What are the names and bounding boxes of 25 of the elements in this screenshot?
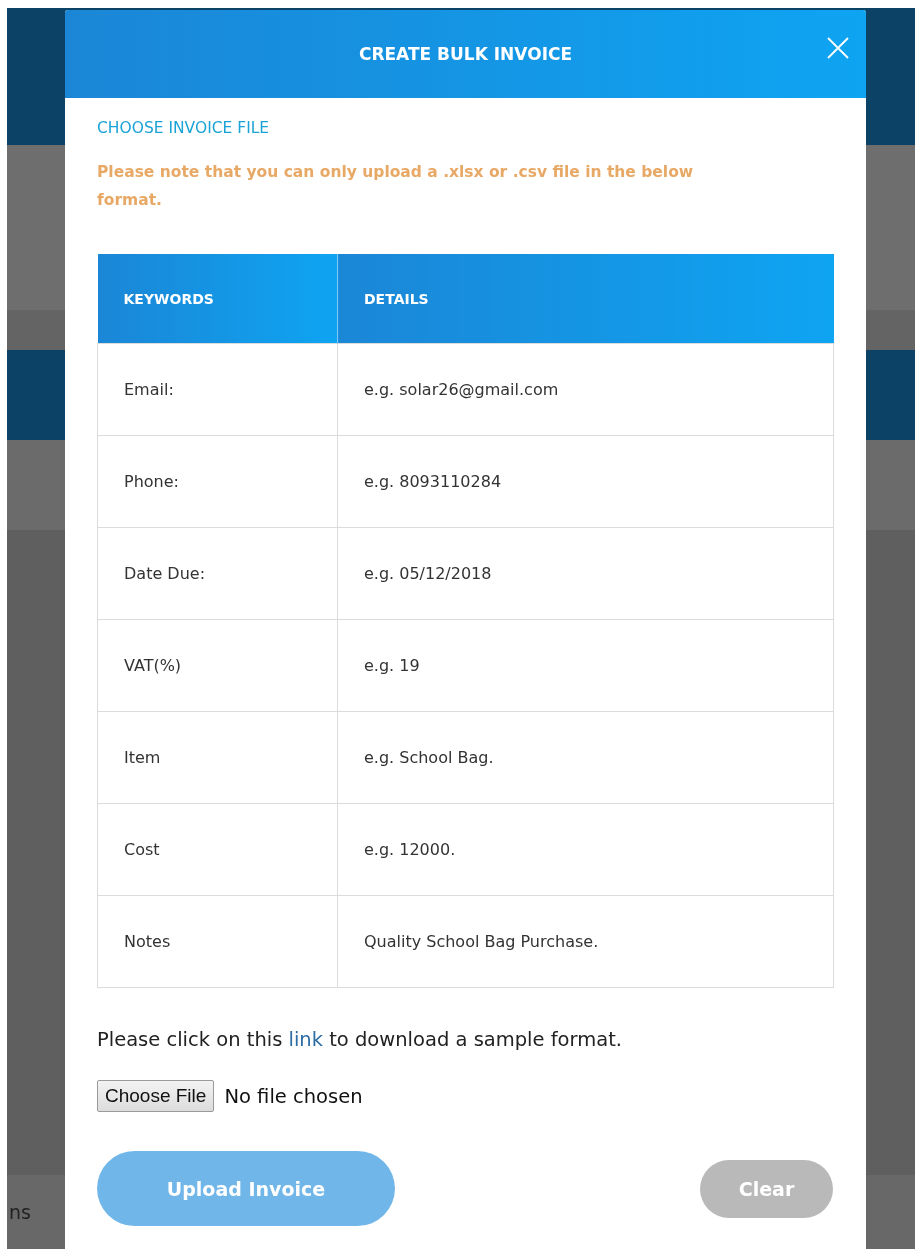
table-cell: Cost bbox=[97, 803, 338, 896]
file-status: No file chosen bbox=[224, 1084, 363, 1108]
table-cell: e.g. 12000. bbox=[337, 803, 834, 896]
table-cell: e.g. 19 bbox=[337, 619, 834, 712]
table-cell: Phone: bbox=[97, 435, 338, 528]
choose-file-button[interactable]: Choose File bbox=[97, 1080, 215, 1112]
section-heading: CHOOSE INVOICE FILE bbox=[97, 119, 271, 137]
close-icon[interactable] bbox=[827, 37, 849, 59]
table-cell: VAT(%) bbox=[97, 619, 338, 712]
modal-title: CREATE BULK INVOICE bbox=[358, 44, 573, 64]
page-label: ns bbox=[9, 1201, 31, 1223]
column-header: KEYWORDS bbox=[97, 254, 338, 344]
table-cell: e.g. 05/12/2018 bbox=[337, 527, 834, 620]
table-cell: Notes bbox=[97, 895, 338, 988]
table-cell: Email: bbox=[97, 343, 338, 436]
table-cell: Quality School Bag Purchase. bbox=[337, 895, 834, 988]
column-header: DETAILS bbox=[337, 254, 834, 344]
table-cell: e.g. solar26@gmail.com bbox=[337, 343, 834, 436]
table-cell: Item bbox=[97, 711, 338, 804]
format-note: Please note that you can only upload a .xlsx or .csv file in the below format. bbox=[97, 162, 695, 211]
table-cell: Date Due: bbox=[97, 527, 338, 620]
table-cell: e.g. School Bag. bbox=[337, 711, 834, 804]
sample-instruction: Please click on this link to download a sample format. bbox=[97, 1028, 623, 1051]
sample-link[interactable]: link bbox=[288, 1028, 323, 1051]
table-cell: e.g. 8093110284 bbox=[337, 435, 834, 528]
